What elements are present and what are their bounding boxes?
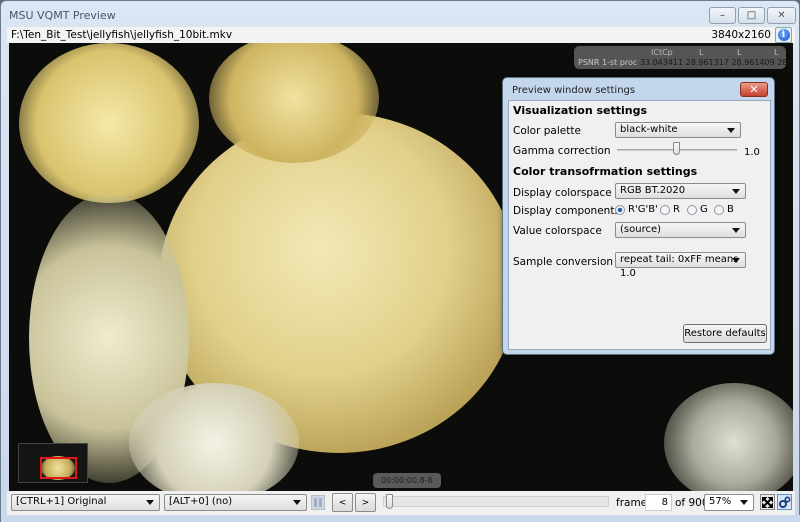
minimap-viewport[interactable]: [40, 457, 77, 479]
color-palette-select[interactable]: black-white: [615, 122, 741, 138]
radio-r[interactable]: R: [660, 204, 680, 215]
display-colorspace-value: RGB BT.2020: [620, 185, 686, 196]
value-colorspace-value: (source): [620, 224, 662, 235]
pause-icon-bar: [314, 498, 317, 507]
zoom-value: 57%: [709, 496, 732, 507]
color-palette-label: Color palette: [513, 125, 581, 137]
pause-button[interactable]: [311, 495, 325, 510]
radio-label: B: [727, 204, 734, 215]
value-colorspace-select[interactable]: (source): [615, 222, 746, 238]
radio-b[interactable]: B: [714, 204, 734, 215]
sample-conversion-select[interactable]: repeat tail: 0xFF means 1.0: [615, 252, 746, 279]
info-icon: i: [777, 29, 790, 41]
gears-icon: [778, 496, 791, 508]
chevron-down-icon: [727, 128, 735, 133]
metric-header: L: [699, 48, 704, 57]
metric-header: ICtCp: [651, 48, 673, 57]
close-icon: ✕: [777, 10, 786, 21]
zoom-select[interactable]: 57%: [704, 494, 754, 511]
chevron-down-icon: [740, 500, 748, 505]
metric-value: 28.961317: [685, 58, 729, 67]
left-view-select[interactable]: [CTRL+1] Original: [11, 494, 160, 511]
metric-value: 33.043411: [639, 58, 684, 67]
seek-thumb[interactable]: [385, 494, 393, 509]
metric-header: L: [737, 48, 742, 57]
small-jellyfish: [664, 383, 793, 491]
right-view-value: [ALT+0] (no): [169, 496, 233, 507]
dialog-close-button[interactable]: ✕: [740, 82, 768, 97]
value-colorspace-label: Value colorspace: [513, 225, 602, 237]
timestamp-overlay: 00:00:00.8-8: [373, 473, 441, 488]
chevron-down-icon: [293, 500, 301, 505]
playback-toolbar: [CTRL+1] Original [ALT+0] (no) < > frame…: [7, 491, 795, 515]
navigator-minimap[interactable]: [18, 443, 88, 483]
metric-row-label: PSNR 1-st proc: [578, 58, 638, 67]
prev-frame-button[interactable]: <: [332, 493, 353, 512]
chevron-down-icon: [732, 258, 740, 263]
next-frame-button[interactable]: >: [355, 493, 376, 512]
chevron-down-icon: [732, 228, 740, 233]
preview-settings-dialog: Preview window settings ✕ Visualization …: [502, 77, 775, 355]
sample-conversion-value: repeat tail: 0xFF means 1.0: [620, 254, 739, 279]
frame-input[interactable]: 8: [645, 494, 672, 511]
restore-defaults-button[interactable]: Restore defaults: [683, 324, 767, 343]
radio-dot: [615, 204, 625, 215]
vqmt-preview-window: MSU VQMT Preview – □ ✕ F:\Ten_Bit_Test\j…: [0, 0, 800, 522]
gamma-label: Gamma correction: [513, 145, 611, 157]
chevron-down-icon: [146, 500, 154, 505]
title-bar: MSU VQMT Preview – □ ✕: [1, 1, 799, 27]
file-path: F:\Ten_Bit_Test\jellyfish\jellyfish_10bi…: [11, 29, 233, 41]
frame-label: frame: [616, 497, 648, 509]
color-palette-value: black-white: [620, 124, 678, 135]
jellyfish-oral-arm: [129, 383, 299, 491]
fullscreen-icon: [762, 496, 773, 508]
visualization-heading: Visualization settings: [513, 104, 648, 117]
sample-conversion-label: Sample conversion: [513, 256, 614, 268]
dialog-body: Visualization settings Color palette bla…: [508, 100, 771, 350]
display-colorspace-label: Display colorspace: [513, 187, 612, 199]
close-button[interactable]: ✕: [767, 7, 796, 24]
metric-value: 28.961409: [731, 58, 775, 67]
radio-g[interactable]: G: [687, 204, 708, 215]
seek-bar[interactable]: [383, 496, 609, 507]
maximize-button[interactable]: □: [738, 7, 765, 24]
radio-label: G: [700, 204, 708, 215]
pause-icon-bar: [319, 498, 322, 507]
minimize-icon: –: [720, 10, 725, 21]
file-path-bar: F:\Ten_Bit_Test\jellyfish\jellyfish_10bi…: [7, 27, 795, 43]
display-colorspace-select[interactable]: RGB BT.2020: [615, 183, 746, 199]
metrics-row: PSNR 1-st proc 33.043411 28.961317 28.96…: [578, 58, 793, 67]
fullscreen-button[interactable]: [760, 494, 775, 510]
display-components-label: Display components: [513, 205, 620, 217]
close-icon: ✕: [749, 83, 759, 96]
dialog-title: Preview window settings: [512, 85, 636, 96]
gamma-value: 1.0: [744, 147, 760, 158]
gamma-slider-thumb[interactable]: [673, 142, 680, 155]
radio-dot: [714, 204, 724, 215]
radio-label: R'G'B': [628, 204, 658, 215]
radio-dot: [687, 204, 697, 215]
chevron-down-icon: [732, 189, 740, 194]
metrics-overlay: ICtCp L L L PSNR 1-st proc 33.043411 28.…: [574, 46, 793, 69]
metric-value: 28.961317: [777, 58, 793, 67]
left-view-value: [CTRL+1] Original: [16, 496, 107, 507]
resolution-label: 3840x2160: [711, 29, 771, 41]
radio-label: R: [673, 204, 680, 215]
jellyfish-tentacle: [19, 43, 199, 203]
radio-dot: [660, 204, 670, 215]
metric-header: L: [774, 48, 779, 57]
minimize-button[interactable]: –: [709, 7, 736, 24]
window-title: MSU VQMT Preview: [9, 9, 116, 22]
settings-button[interactable]: [777, 494, 792, 510]
right-view-select[interactable]: [ALT+0] (no): [164, 494, 307, 511]
color-transform-heading: Color transofrmation settings: [513, 165, 698, 178]
radio-rgb[interactable]: R'G'B': [615, 204, 658, 215]
maximize-icon: □: [746, 10, 757, 21]
info-button[interactable]: i: [775, 27, 792, 43]
